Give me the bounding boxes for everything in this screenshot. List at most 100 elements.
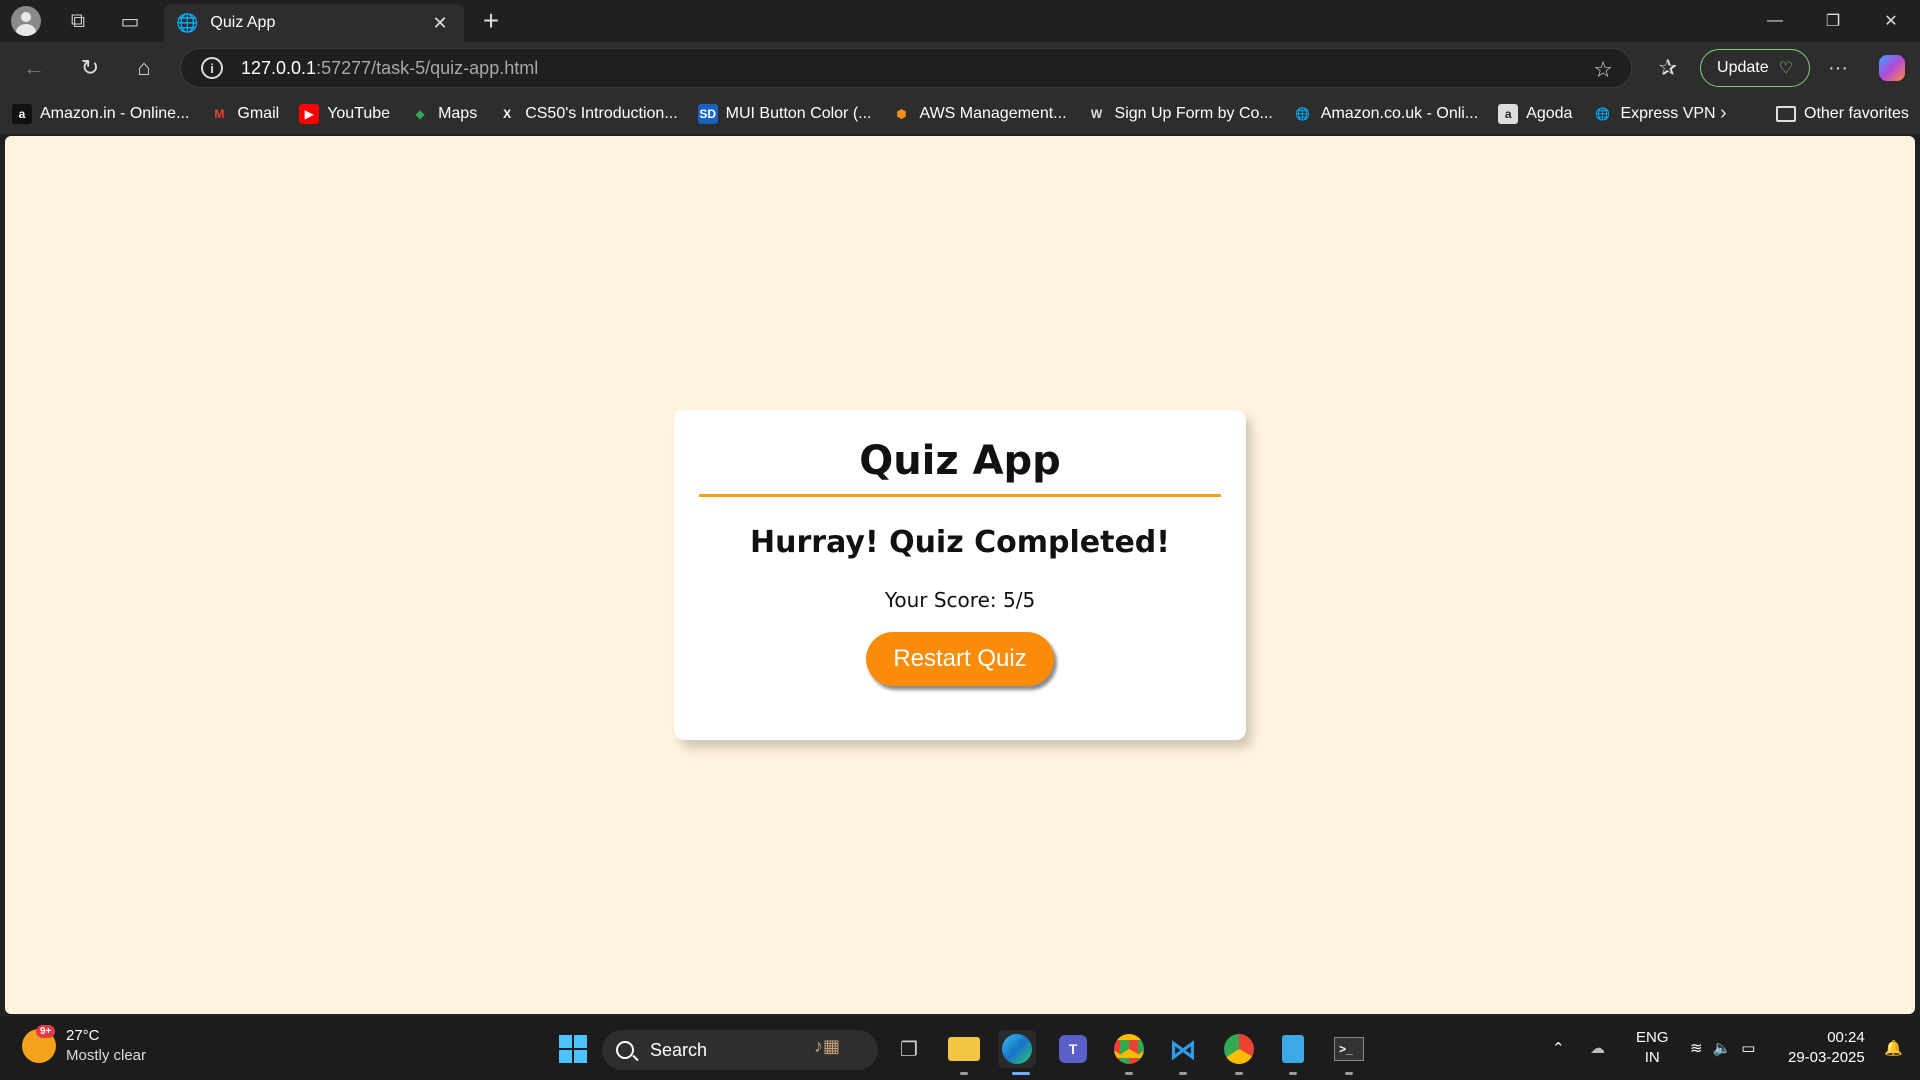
new-tab-button[interactable]: + [476,5,506,36]
tab-quiz-app[interactable]: 🌐 Quiz App ✕ [164,4,464,42]
favorite-favicon-icon: ◆ [415,107,425,121]
edge-button[interactable] [998,1030,1036,1068]
favorite-favicon-icon: W [1090,107,1103,121]
task-view-button[interactable]: ❐ [890,1030,928,1068]
notifications-button[interactable]: 🔔 [1884,1016,1903,1080]
chevron-right-icon[interactable]: › [1720,102,1744,126]
favorite-label: Amazon.co.uk - Onli... [1320,105,1479,122]
terminal-icon: >_ [1334,1037,1364,1061]
favorites-button[interactable]: ✰ [1650,50,1686,86]
teams-button[interactable]: T [1054,1030,1092,1068]
notification-bell-icon: 🔔 [1884,1040,1903,1057]
start-button[interactable] [554,1030,592,1068]
refresh-button[interactable]: ↻ [72,50,108,86]
language-bottom: IN [1644,1049,1660,1066]
favorite-item[interactable]: ◆ Maps [410,104,477,124]
workspaces-icon: ⧉ [70,9,86,32]
copilot-icon [1879,55,1905,81]
favorite-item[interactable]: a Amazon.in - Online... [12,104,189,124]
favorite-favicon-icon: ▶ [299,104,320,124]
cloud-offline-icon: ☁ [1590,1040,1605,1057]
close-tab-button[interactable]: ✕ [428,11,452,35]
chrome-profile-button[interactable] [1220,1030,1258,1068]
task-view-icon: ❐ [900,1038,918,1061]
favorite-star-icon[interactable]: ☆ [1593,57,1613,83]
onedrive-button[interactable]: ☁ [1590,1016,1605,1080]
update-button[interactable]: Update ♡ [1700,49,1810,87]
avatar-icon [11,6,41,36]
favorite-item[interactable]: ⬢ AWS Management... [891,104,1066,124]
quiz-title: Quiz App [859,438,1061,484]
site-info-icon[interactable]: i [201,57,223,79]
vertical-tabs-icon: ▭ [120,10,140,33]
restart-quiz-button[interactable]: Restart Quiz [866,632,1054,686]
favorite-item[interactable]: M Gmail [209,104,279,124]
favorites-bar: a Amazon.in - Online... M Gmail ▶ YouTube ◆ Map… [0,94,1920,134]
more-menu-button[interactable]: ··· [1820,50,1856,86]
favorite-item[interactable]: 🌐 Amazon.co.uk - Onli... [1293,104,1478,124]
favorite-label: Maps [438,105,478,122]
notepad-button[interactable] [1274,1030,1312,1068]
favorite-favicon-icon: 🌐 [1295,107,1311,121]
favorite-favicon-icon: X [503,107,512,121]
update-label: Update [1717,59,1769,76]
favorite-label: Agoda [1526,105,1573,122]
favorite-favicon-icon: SD [697,104,718,124]
tab-actions-button[interactable]: ▭ [104,0,156,42]
favorite-item[interactable]: X CS50's Introduction... [497,104,677,124]
weather-condition: Mostly clear [66,1047,147,1064]
wifi-icon: ≋ [1690,1040,1703,1057]
other-favorites[interactable]: Other favorites [1776,94,1909,134]
clock-button[interactable]: 00:24 29-03-2025 [1788,1016,1865,1080]
vscode-button[interactable]: ⋈ [1164,1030,1202,1068]
language-button[interactable]: ENG IN [1636,1016,1669,1080]
notepad-icon [1282,1035,1304,1063]
show-hidden-icons-button[interactable]: ⌃ [1552,1016,1565,1080]
title-divider [699,494,1221,497]
copilot-button[interactable] [1874,50,1910,86]
battery-icon: ▭ [1741,1040,1756,1057]
browser-titlebar: ⧉ ▭ 🌐 Quiz App ✕ + — ❐ ✕ [0,0,1920,42]
favorite-label: Express VPN [1620,105,1716,122]
favorite-item[interactable]: SD MUI Button Color (... [697,104,871,124]
score-text: Your Score: 5/5 [884,588,1036,612]
favorite-item[interactable]: ▶ YouTube [299,104,390,124]
clock-time: 00:24 [1827,1029,1865,1046]
weather-badge: 9+ [36,1025,56,1038]
favorite-item[interactable]: 🌐 Express VPN [1592,104,1716,124]
heart-pulse-icon: ♡ [1778,60,1793,77]
vscode-icon: ⋈ [1169,1033,1197,1065]
url-host: 127.0.0.1 [241,57,317,78]
temperature: 27°C [66,1027,100,1044]
favorite-item[interactable]: W Sign Up Form by Co... [1087,104,1273,124]
workspaces-button[interactable]: ⧉ [52,0,104,42]
address-bar[interactable]: i 127.0.0.1:57277/task-5/quiz-app.html ☆ [180,48,1632,88]
favorite-label: Sign Up Form by Co... [1114,105,1273,122]
windows-logo-icon [559,1035,587,1063]
taskbar: 9+ 27°C Mostly clear Search ♪▦ ❐ T ⋈ >_ … [0,1016,1920,1080]
back-button[interactable]: ← [16,50,52,86]
favorite-label: AWS Management... [919,105,1067,122]
minimize-button[interactable]: — [1746,0,1804,42]
weather-widget[interactable]: 9+ 27°C Mostly clear [22,1025,147,1066]
url-path: :57277/task-5/quiz-app.html [316,57,539,78]
weather-moon-icon: 9+ [22,1025,56,1063]
taskbar-search[interactable]: Search ♪▦ [602,1030,878,1070]
favorite-favicon-icon: ⬢ [896,107,907,121]
quiz-card: Quiz App Hurray! Quiz Completed! Your Sc… [674,410,1246,740]
chrome-button[interactable] [1110,1030,1148,1068]
close-window-button[interactable]: ✕ [1862,0,1920,42]
favorite-item[interactable]: a Agoda [1498,104,1572,124]
file-explorer-button[interactable] [945,1030,983,1068]
restore-button[interactable]: ❐ [1804,0,1862,42]
profile-button[interactable] [0,0,52,42]
edge-icon [1002,1034,1032,1064]
favorites-list: a Amazon.in - Online... M Gmail ▶ YouTube ◆ Map… [12,104,1736,124]
tab-title: Quiz App [210,14,276,31]
home-button[interactable]: ⌂ [126,50,162,86]
favorite-favicon-icon: 🌐 [1594,107,1610,121]
terminal-button[interactable]: >_ [1330,1030,1368,1068]
chrome-icon [1114,1034,1144,1064]
quick-settings-button[interactable]: ≋ 🔈 ▭ [1690,1016,1755,1080]
search-icon [616,1041,634,1059]
